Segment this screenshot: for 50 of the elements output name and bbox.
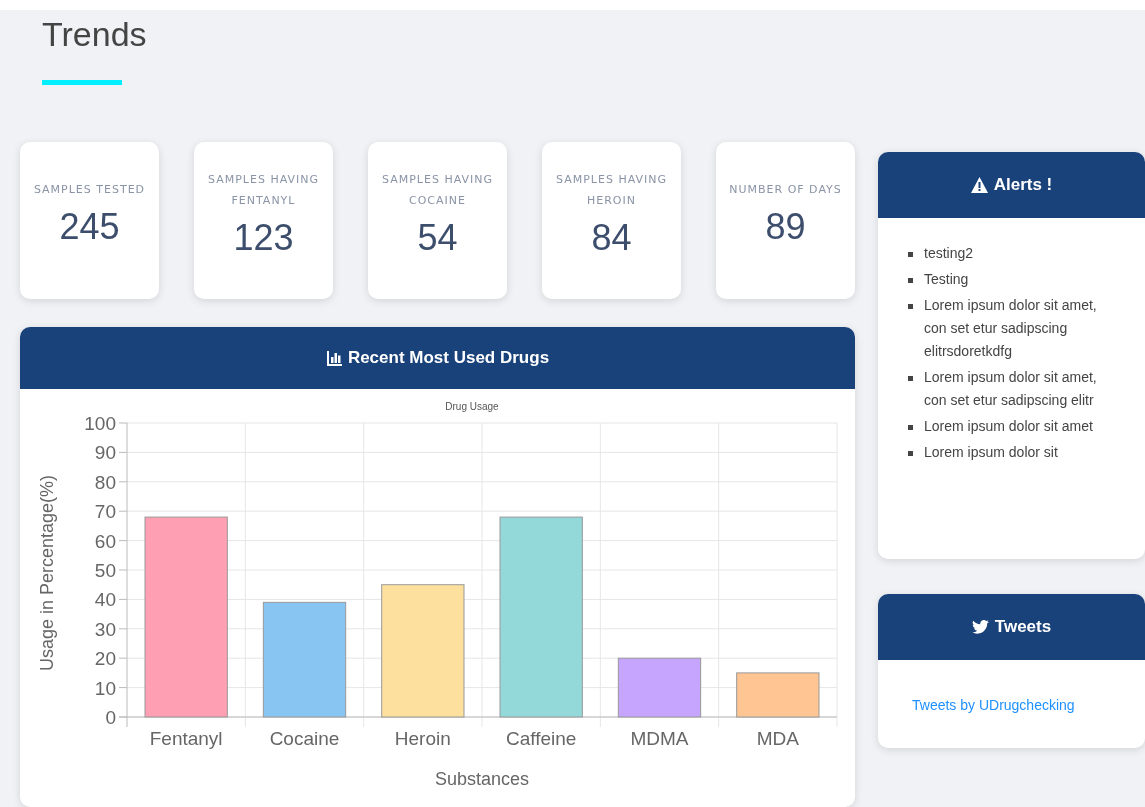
alert-text: testing2 [924,244,974,263]
bullet-icon [908,425,913,430]
bird-icon [971,620,989,634]
alert-text: Lorem ipsum dolor sit amet, con set etur sadipscing elitrsdoretkdfg [924,296,1098,361]
x-axis-title: Substances [434,769,530,789]
alert-text: Lorem ipsum dolor sit amet [924,417,1093,436]
x-tick-label: Fentanyl [149,728,223,749]
y-tick-label: 100 [84,413,116,434]
bar-chart-icon [325,350,342,366]
x-tick-label: Cocaine [269,728,340,749]
card-title: Recent Most Used Drugs [347,348,550,368]
stat-label: SAMPLES HAVING HEROIN [555,171,668,209]
x-tick-label: MDA [756,728,799,749]
bullet-icon [908,278,913,283]
bullet-icon [908,451,913,456]
x-tick-label: MDMA [630,728,689,749]
y-tick-label: 0 [105,707,116,728]
x-tick-label: Heroin [394,728,451,749]
y-tick-label: 40 [94,589,116,611]
chart-title: Drug Usage [445,401,499,412]
y-tick-label: 80 [94,471,116,493]
y-tick-label: 50 [94,560,116,581]
bullet-icon [908,304,913,309]
y-tick-label: 20 [94,648,116,670]
alert-text: Testing [924,270,969,289]
bullet-icon [908,252,913,257]
stat-value: 84 [591,216,632,259]
stat-label: SAMPLES HAVING COCAINE [381,171,494,209]
x-tick-label: Caffeine [505,728,577,749]
stat-value: 89 [765,206,806,248]
stat-value: 245 [59,206,120,248]
stat-label: NUMBER OF DAYS [729,182,842,198]
warning-icon [970,177,988,193]
stat-label: SAMPLES TESTED [33,182,146,198]
card-title: Tweets [994,617,1052,637]
page-title: Trends [42,14,148,54]
alert-text: Lorem ipsum dolor sit [924,443,1058,462]
stat-value: 123 [233,216,294,259]
bullet-icon [908,376,913,381]
y-tick-label: 30 [94,618,116,640]
y-axis-title: Usage in Percentage(%) [37,474,57,672]
y-tick-label: 10 [94,677,116,699]
y-tick-label: 90 [94,442,116,464]
stat-label: SAMPLES HAVING FENTANYL [207,171,320,209]
alert-text: Lorem ipsum dolor sit amet, con set etur sadipscing elitr [924,368,1098,410]
y-tick-label: 60 [94,530,116,552]
y-tick-label: 70 [94,501,116,523]
tweets-link[interactable]: Tweets by UDrugchecking [912,697,1075,713]
card-title: Alerts ! [993,175,1053,195]
stat-value: 54 [417,216,458,259]
